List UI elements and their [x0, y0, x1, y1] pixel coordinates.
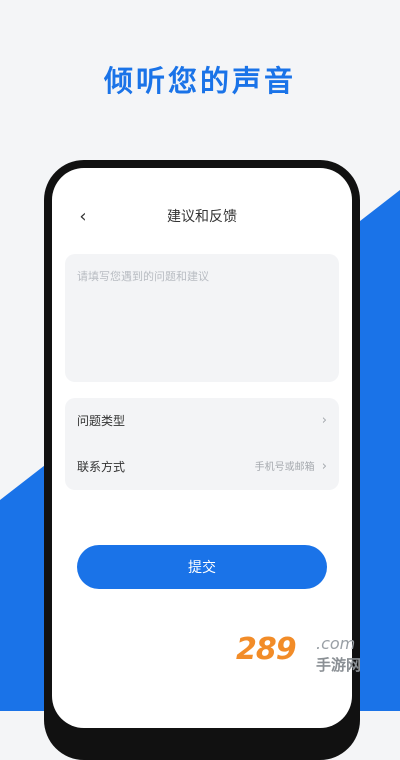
- watermark-logo: 289 .com 手游网: [236, 632, 386, 680]
- page-title: 建议和反馈: [167, 209, 237, 225]
- option-contact[interactable]: 联系方式 手机号或邮箱 ›: [65, 444, 339, 490]
- option-label: 联系方式: [77, 460, 126, 474]
- feedback-input[interactable]: [65, 254, 339, 382]
- option-value: 手机号或邮箱: [254, 462, 315, 473]
- watermark-dotcom: .com: [316, 634, 356, 653]
- submit-button[interactable]: 提交: [77, 545, 327, 589]
- option-label: 问题类型: [77, 414, 126, 428]
- watermark-number: 289: [236, 632, 297, 667]
- promo-title: 倾听您的声音: [103, 64, 296, 98]
- chevron-right-icon: ›: [321, 459, 327, 474]
- option-issue-type[interactable]: 问题类型 ›: [65, 398, 339, 444]
- watermark-text: 手游网: [316, 656, 362, 674]
- nav-bar: ‹ 建议和反馈: [52, 204, 352, 230]
- options-card: 问题类型 › 联系方式 手机号或邮箱 ›: [65, 398, 339, 490]
- chevron-right-icon: ›: [321, 413, 327, 428]
- feedback-box: [65, 254, 339, 382]
